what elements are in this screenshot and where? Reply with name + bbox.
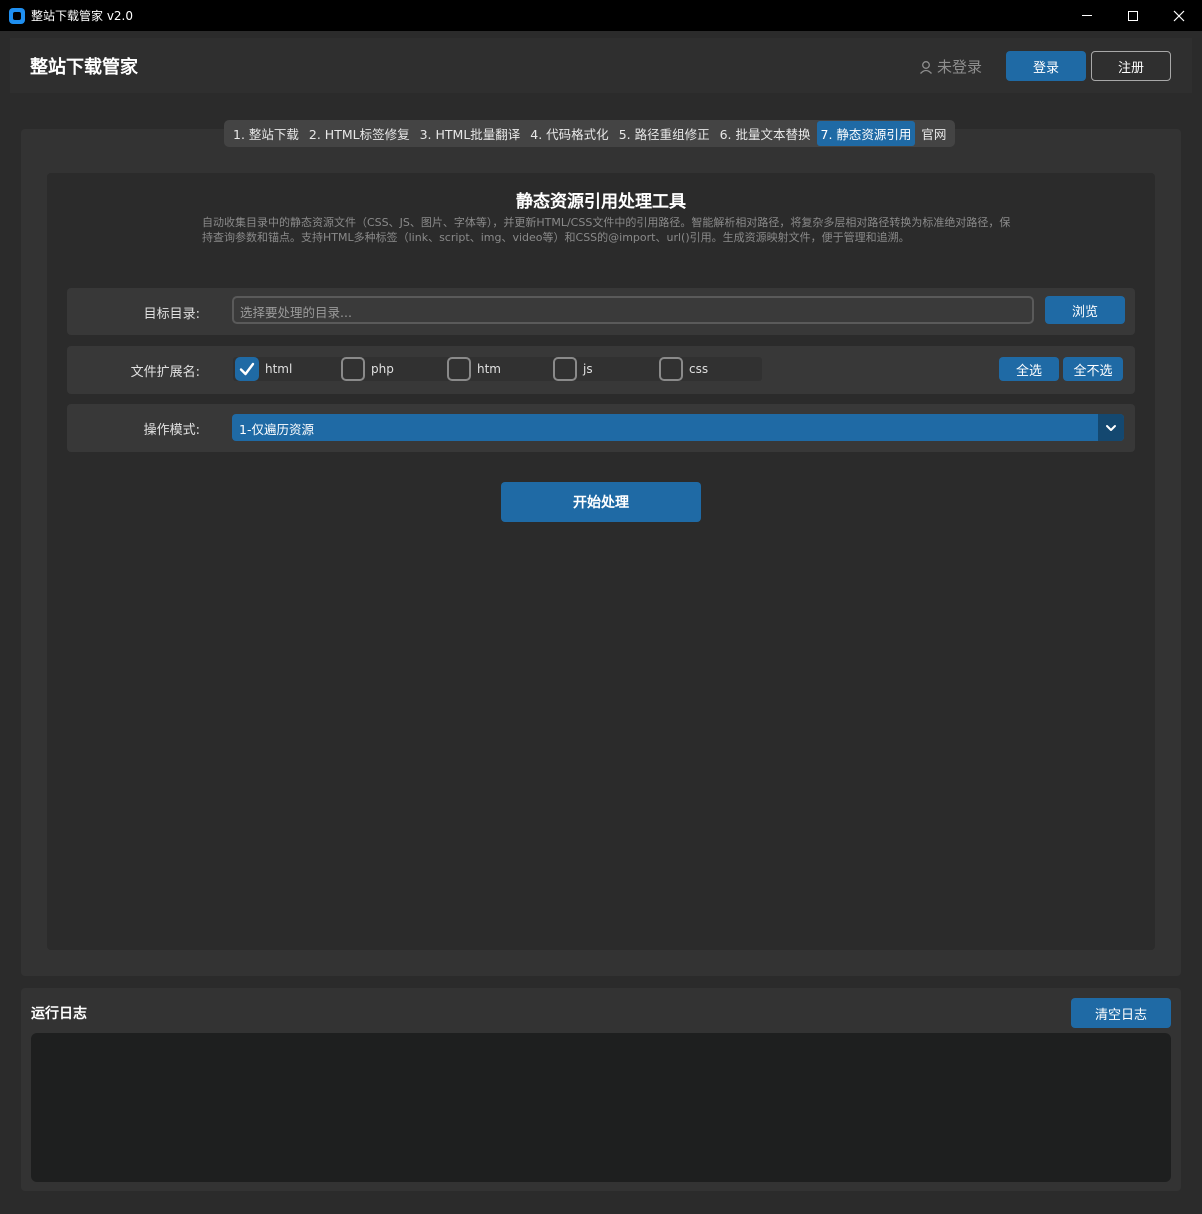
clear-log-button[interactable]: 清空日志	[1071, 998, 1171, 1028]
checkmark-icon	[239, 362, 255, 376]
ext-css-checkbox[interactable]: css	[659, 357, 708, 381]
chevron-down-icon	[1106, 424, 1116, 431]
tool-panel: 静态资源引用处理工具 自动收集目录中的静态资源文件（CSS、JS、图片、字体等）…	[47, 173, 1155, 950]
mode-label: 操作模式:	[143, 423, 200, 438]
target-dir-label: 目标目录:	[143, 307, 200, 322]
dropdown-arrow[interactable]	[1098, 414, 1124, 441]
maximize-button[interactable]	[1110, 0, 1156, 31]
ext-js-label: js	[583, 362, 593, 376]
close-button[interactable]	[1156, 0, 1202, 31]
browse-button[interactable]: 浏览	[1045, 296, 1125, 324]
login-button[interactable]: 登录	[1006, 51, 1086, 81]
maximize-icon	[1128, 10, 1138, 21]
mode-row: 操作模式: 1-仅遍历资源	[67, 404, 1135, 452]
tab-code-format[interactable]: 4. 代码格式化	[526, 121, 612, 146]
register-button[interactable]: 注册	[1091, 51, 1171, 81]
target-dir-row: 目标目录: 选择要处理的目录... 浏览	[67, 288, 1135, 335]
window-title: 整站下载管家 v2.0	[31, 9, 134, 23]
checkbox-empty-icon	[341, 357, 365, 381]
extensions-label: 文件扩展名:	[130, 365, 200, 380]
ext-js-checkbox[interactable]: js	[553, 357, 593, 381]
close-icon	[1173, 10, 1185, 21]
log-output[interactable]	[31, 1033, 1171, 1182]
tab-path-fix[interactable]: 5. 路径重组修正	[615, 121, 714, 146]
target-dir-placeholder: 选择要处理的目录...	[240, 305, 352, 320]
target-dir-input[interactable]: 选择要处理的目录...	[232, 296, 1034, 324]
select-all-button[interactable]: 全选	[999, 357, 1059, 381]
tool-title: 静态资源引用处理工具	[516, 192, 686, 212]
log-title: 运行日志	[31, 1006, 87, 1022]
checkbox-checked-icon	[235, 357, 259, 381]
select-none-button[interactable]: 全不选	[1063, 357, 1123, 381]
start-button[interactable]: 开始处理	[501, 482, 701, 522]
tab-html-tag-fix[interactable]: 2. HTML标签修复	[305, 121, 414, 146]
ext-html-checkbox[interactable]: html	[235, 357, 292, 381]
tab-site-download[interactable]: 1. 整站下载	[229, 121, 303, 146]
tab-bar: 1. 整站下载 2. HTML标签修复 3. HTML批量翻译 4. 代码格式化…	[224, 120, 956, 147]
checkbox-empty-icon	[553, 357, 577, 381]
ext-php-label: php	[371, 362, 394, 376]
minimize-icon	[1082, 15, 1092, 16]
tab-text-replace[interactable]: 6. 批量文本替换	[716, 121, 815, 146]
tool-description: 自动收集目录中的静态资源文件（CSS、JS、图片、字体等），并更新HTML/CS…	[202, 216, 1011, 244]
checkbox-empty-icon	[659, 357, 683, 381]
user-icon	[920, 60, 932, 74]
minimize-button[interactable]	[1064, 0, 1110, 31]
tab-html-translate[interactable]: 3. HTML批量翻译	[416, 121, 525, 146]
app-icon	[9, 8, 25, 24]
ext-htm-label: htm	[477, 362, 501, 376]
ext-php-checkbox[interactable]: php	[341, 357, 394, 381]
header: 整站下载管家 未登录 登录 注册	[10, 38, 1192, 93]
mode-select[interactable]: 1-仅遍历资源	[232, 414, 1124, 441]
ext-htm-checkbox[interactable]: htm	[447, 357, 501, 381]
tab-static-resources[interactable]: 7. 静态资源引用	[816, 121, 916, 146]
extension-checkboxes: html php htm js css	[233, 357, 762, 381]
login-status: 未登录	[918, 56, 982, 77]
app-title: 整站下载管家	[30, 57, 138, 78]
log-panel: 运行日志 清空日志	[21, 988, 1181, 1191]
tab-website[interactable]: 官网	[917, 121, 950, 146]
extensions-row: 文件扩展名: html php htm js css 全选 全不选	[67, 346, 1135, 394]
mode-selected-value: 1-仅遍历资源	[239, 422, 314, 437]
ext-css-label: css	[689, 362, 709, 376]
ext-html-label: html	[265, 362, 293, 376]
title-bar: 整站下载管家 v2.0	[0, 0, 1202, 31]
checkbox-empty-icon	[447, 357, 471, 381]
login-status-text: 未登录	[937, 58, 983, 76]
